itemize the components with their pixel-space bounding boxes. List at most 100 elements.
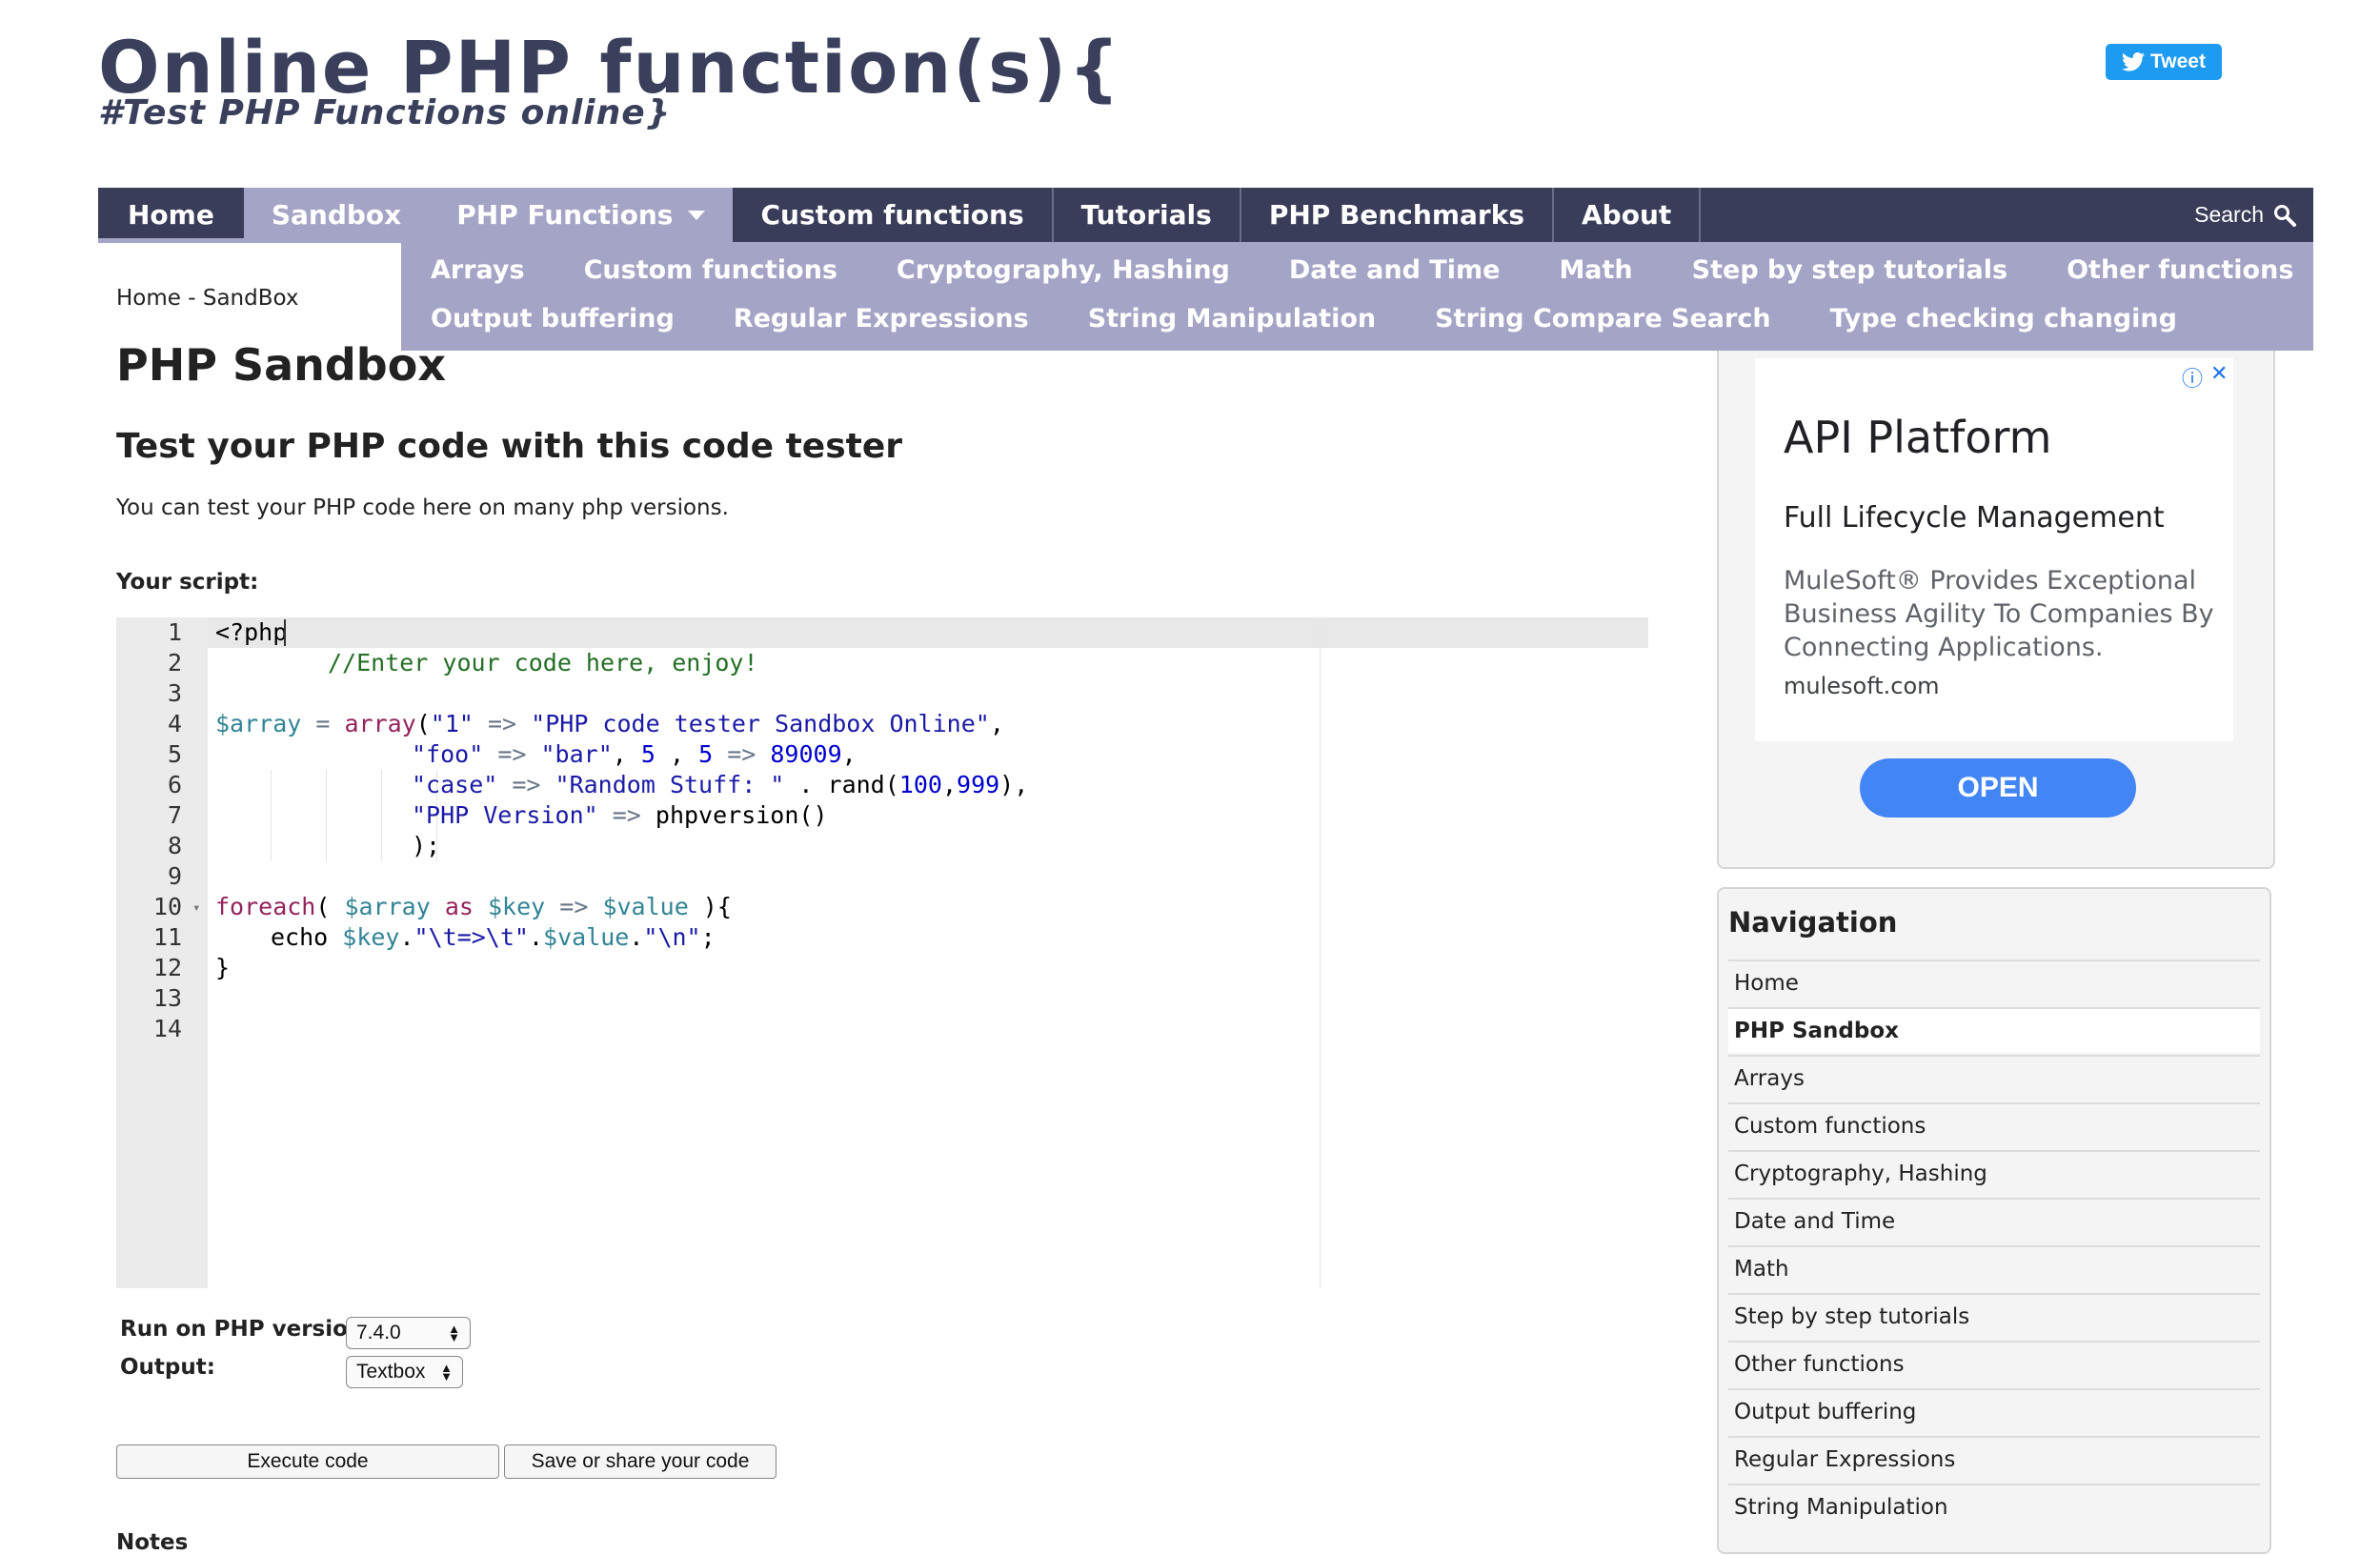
nav-php-functions-label: PHP Functions bbox=[456, 199, 674, 231]
ad-controls: ⓘ ✕ bbox=[2182, 362, 2228, 393]
code-token: "case" bbox=[412, 771, 498, 798]
sidebar-item-custom-functions[interactable]: Custom functions bbox=[1728, 1102, 2260, 1148]
code-token: rand bbox=[827, 771, 885, 798]
output-mode-value: Textbox bbox=[356, 1361, 426, 1383]
nav-search[interactable]: Search bbox=[2194, 188, 2313, 242]
ad-body: MuleSoft® Provides Exceptional Business … bbox=[1784, 566, 2214, 662]
code-token: () bbox=[798, 801, 828, 829]
fold-arrow-icon[interactable]: ▾ bbox=[192, 900, 200, 916]
nav-tutorials[interactable]: Tutorials bbox=[1054, 188, 1241, 242]
code-line-12: } bbox=[215, 953, 230, 983]
submenu-regex[interactable]: Regular Expressions bbox=[704, 304, 1059, 333]
submenu-string-compare[interactable]: String Compare Search bbox=[1405, 304, 1800, 333]
line-number: 4 bbox=[167, 710, 182, 737]
select-arrows-icon: ▲ ▼ bbox=[448, 1322, 460, 1344]
submenu-output-buffering[interactable]: Output buffering bbox=[401, 304, 704, 333]
ad-subtitle: Full Lifecycle Management bbox=[1784, 501, 2165, 535]
line-number: 6 bbox=[167, 771, 182, 798]
caret-down-icon bbox=[688, 210, 706, 220]
code-token: 999 bbox=[957, 771, 1000, 798]
sidebar-item-cryptography[interactable]: Cryptography, Hashing bbox=[1728, 1150, 2260, 1196]
code-token: $value bbox=[602, 893, 689, 920]
execute-code-button[interactable]: Execute code bbox=[116, 1444, 499, 1479]
ad-card[interactable]: ⓘ ✕ API Platform Full Lifecycle Manageme… bbox=[1755, 358, 2233, 741]
line-number: 3 bbox=[167, 679, 182, 707]
submenu-arrays[interactable]: Arrays bbox=[401, 255, 555, 285]
code-token: , bbox=[612, 740, 641, 768]
code-comment: //Enter your code here, enjoy! bbox=[328, 649, 758, 677]
nav-sandbox[interactable]: Sandbox bbox=[243, 188, 430, 242]
save-share-button[interactable]: Save or share your code bbox=[504, 1444, 777, 1479]
code-token: ; bbox=[700, 923, 716, 951]
ad-info-icon[interactable]: ⓘ bbox=[2182, 362, 2203, 393]
sidebar-item-other-functions[interactable]: Other functions bbox=[1728, 1341, 2260, 1386]
code-token: "bar" bbox=[540, 740, 613, 768]
sidebar-item-math[interactable]: Math bbox=[1728, 1245, 2260, 1291]
code-token: "1" bbox=[430, 710, 474, 737]
code-token: 5 bbox=[640, 740, 656, 768]
code-token: $key bbox=[342, 923, 400, 951]
code-token: } bbox=[215, 954, 231, 981]
code-editor[interactable]: 1 2 3 4 5 6 7 8 9 10 ▾ 11 12 13 14 <?php… bbox=[116, 617, 1648, 1288]
code-token: ); bbox=[412, 832, 441, 859]
code-token: . bbox=[399, 923, 414, 951]
submenu-string-manipulation[interactable]: String Manipulation bbox=[1059, 304, 1405, 333]
code-token: 100 bbox=[898, 771, 942, 798]
submenu-custom-functions[interactable]: Custom functions bbox=[555, 255, 867, 285]
line-number: 10 bbox=[152, 893, 182, 920]
code-line-8: ); bbox=[412, 831, 440, 861]
submenu-cryptography[interactable]: Cryptography, Hashing bbox=[867, 255, 1260, 285]
line-number: 8 bbox=[167, 832, 182, 859]
sidebar-item-string-manipulation[interactable]: String Manipulation bbox=[1728, 1484, 2260, 1529]
nav-php-benchmarks[interactable]: PHP Benchmarks bbox=[1241, 188, 1554, 242]
ad-close-icon[interactable]: ✕ bbox=[2210, 362, 2228, 393]
submenu-date-time[interactable]: Date and Time bbox=[1260, 255, 1530, 285]
submenu-tutorials[interactable]: Step by step tutorials bbox=[1663, 255, 2037, 285]
editor-gutter: 1 2 3 4 5 6 7 8 9 10 ▾ 11 12 13 14 bbox=[116, 617, 208, 1288]
output-label: Output: bbox=[120, 1355, 215, 1380]
nav-custom-functions[interactable]: Custom functions bbox=[733, 188, 1054, 242]
intro-text: You can test your PHP code here on many … bbox=[116, 495, 729, 520]
sidebar-item-date-time[interactable]: Date and Time bbox=[1728, 1198, 2260, 1243]
search-label: Search bbox=[2194, 202, 2264, 227]
active-line-highlight bbox=[116, 617, 1648, 648]
line-number: 5 bbox=[167, 740, 182, 768]
php-version-select[interactable]: 7.4.0 ▲ ▼ bbox=[346, 1317, 471, 1349]
code-token: echo bbox=[271, 923, 343, 951]
sidebar-item-output-buffering[interactable]: Output buffering bbox=[1728, 1388, 2260, 1434]
sidebar-item-regex[interactable]: Regular Expressions bbox=[1728, 1436, 2260, 1482]
ad-url[interactable]: mulesoft.com bbox=[1784, 673, 1940, 699]
submenu-type-checking[interactable]: Type checking changing bbox=[1801, 304, 2207, 333]
ad-open-button[interactable]: OPEN bbox=[1860, 758, 2136, 818]
notes-heading: Notes bbox=[116, 1530, 189, 1555]
output-mode-select[interactable]: Textbox ▲ ▼ bbox=[346, 1356, 463, 1388]
nav-about[interactable]: About bbox=[1554, 188, 1702, 242]
search-icon bbox=[2274, 204, 2296, 227]
nav-php-functions[interactable]: PHP Functions bbox=[429, 188, 734, 242]
script-label: Your script: bbox=[116, 570, 259, 595]
breadcrumb[interactable]: Home - SandBox bbox=[116, 286, 298, 311]
nav-home[interactable]: Home bbox=[98, 188, 244, 242]
php-version-label: Run on PHP version: bbox=[120, 1317, 373, 1342]
submenu-math[interactable]: Math bbox=[1529, 255, 1662, 285]
code-token: $array bbox=[344, 893, 431, 920]
sidebar-item-arrays[interactable]: Arrays bbox=[1728, 1055, 2260, 1101]
code-token: = bbox=[301, 710, 345, 737]
sidebar-item-tutorials[interactable]: Step by step tutorials bbox=[1728, 1293, 2260, 1339]
tweet-button[interactable]: Tweet bbox=[2106, 44, 2222, 80]
code-line-4: $array = array("1" => "PHP code tester S… bbox=[215, 709, 1004, 739]
submenu-other-functions[interactable]: Other functions bbox=[2037, 255, 2323, 285]
code-token: "\t=>\t" bbox=[413, 923, 529, 951]
submenu-row-2: Output buffering Regular Expressions Str… bbox=[401, 294, 2207, 342]
code-token: , bbox=[655, 740, 699, 768]
code-token: => bbox=[713, 740, 771, 768]
print-margin bbox=[1320, 617, 1321, 1288]
indent-guide bbox=[381, 770, 382, 861]
page-title: PHP Sandbox bbox=[116, 339, 446, 391]
sidebar-item-home[interactable]: Home bbox=[1728, 959, 2260, 1005]
code-token: => bbox=[497, 771, 555, 798]
line-number: 13 bbox=[152, 984, 182, 1012]
sidebar-item-php-sandbox[interactable]: PHP Sandbox bbox=[1728, 1007, 2260, 1053]
ad-title[interactable]: API Platform bbox=[1784, 412, 2051, 463]
sidebar-title: Navigation bbox=[1728, 906, 1898, 939]
